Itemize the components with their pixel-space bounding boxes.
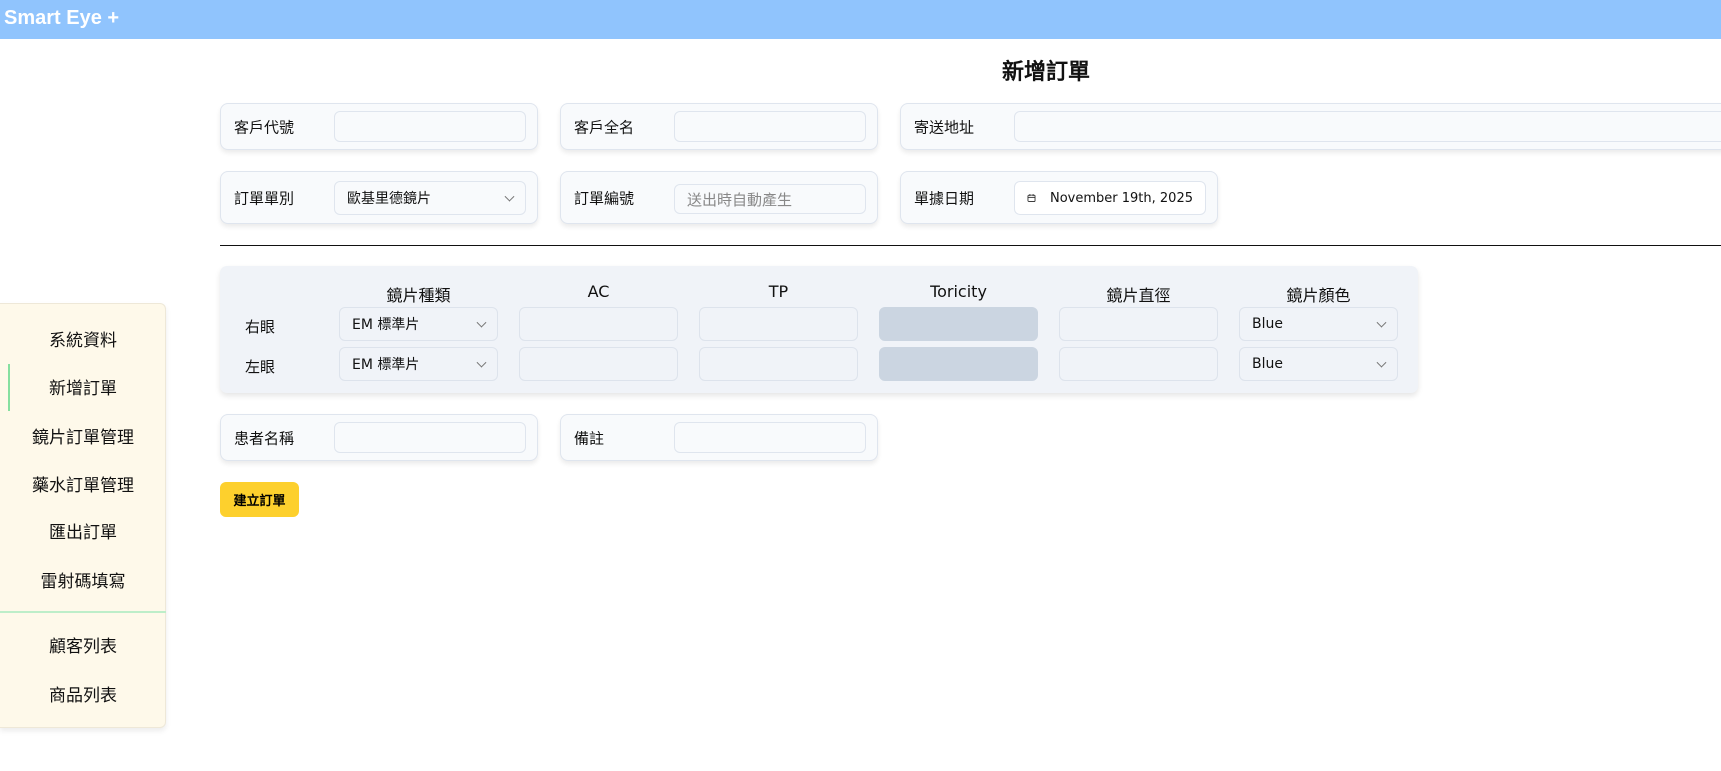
right-color-value: Blue [1252,316,1283,332]
order-type-label: 訂單單別 [234,189,295,207]
col-header-type: 鏡片種類 [386,286,451,305]
left-diameter-input[interactable] [1059,347,1218,381]
customer-name-label: 客戶全名 [574,118,635,136]
page-title: 新增訂單 [1001,60,1090,85]
order-type-select[interactable]: 歐基里德鏡片 [334,181,526,215]
chevron-down-icon [1376,317,1387,328]
doc-date-card: 單據日期 November 19th, 2025 [900,171,1218,224]
divider [220,245,1721,246]
left-color-value: Blue [1252,356,1283,372]
sidebar-item-lens-orders[interactable]: 鏡片訂單管理 [0,423,166,453]
col-header-tp: TP [768,282,789,301]
patient-name-label: 患者名稱 [234,429,295,447]
app-title: Smart Eye + [4,7,120,29]
sidebar-item-laser-code[interactable]: 雷射碼填寫 [0,567,166,597]
right-lens-type-select[interactable]: EM 標準片 [339,307,498,341]
chevron-down-icon [476,357,487,368]
left-lens-type-select[interactable]: EM 標準片 [339,347,498,381]
col-header-color: 鏡片顏色 [1286,286,1351,305]
order-type-value: 歐基里德鏡片 [347,191,431,207]
customer-code-card: 客戶代號 [220,103,538,150]
order-number-card: 訂單編號 送出時自動產生 [560,171,878,224]
order-type-card: 訂單單別 歐基里德鏡片 [220,171,538,224]
note-card: 備註 [560,414,878,461]
col-header-toricity: Toricity [930,282,987,301]
right-diameter-input[interactable] [1059,307,1218,341]
order-number-label: 訂單編號 [574,189,635,207]
doc-date-label: 單據日期 [914,189,975,207]
create-order-button[interactable]: 建立訂單 [220,482,299,517]
customer-name-input[interactable] [674,111,866,142]
customer-name-card: 客戶全名 [560,103,878,150]
lens-panel: 鏡片種類 AC TP Toricity 鏡片直徑 鏡片顏色 右眼 EM 標準片 … [220,266,1418,393]
address-card: 寄送地址 [900,103,1721,150]
customer-code-label: 客戶代號 [234,118,295,136]
sidebar-item-solution-orders[interactable]: 藥水訂單管理 [0,471,166,501]
right-eye-label: 右眼 [245,318,276,336]
calendar-icon [1027,194,1036,202]
chevron-down-icon [1376,357,1387,368]
left-ac-input[interactable] [519,347,678,381]
left-toricity-input [879,347,1038,381]
left-color-select[interactable]: Blue [1239,347,1398,381]
address-input[interactable] [1014,111,1721,142]
left-lens-type-value: EM 標準片 [352,357,420,373]
right-color-select[interactable]: Blue [1239,307,1398,341]
sidebar-item-new-order[interactable]: 新增訂單 [0,374,166,404]
top-bar: Smart Eye + [0,0,1721,39]
col-header-diameter: 鏡片直徑 [1106,286,1171,305]
right-lens-type-value: EM 標準片 [352,317,420,333]
patient-name-card: 患者名稱 [220,414,538,461]
note-label: 備註 [574,429,605,447]
sidebar-divider [0,611,166,613]
col-header-ac: AC [587,282,610,301]
right-tp-input[interactable] [699,307,858,341]
left-eye-label: 左眼 [245,358,276,376]
sidebar: 系統資料 新增訂單 鏡片訂單管理 藥水訂單管理 匯出訂單 雷射碼填寫 顧客列表 … [0,303,166,728]
order-number-input[interactable]: 送出時自動產生 [674,184,866,214]
right-ac-input[interactable] [519,307,678,341]
note-input[interactable] [674,422,866,453]
address-label: 寄送地址 [914,118,975,136]
chevron-down-icon [476,317,487,328]
left-tp-input[interactable] [699,347,858,381]
sidebar-item-system[interactable]: 系統資料 [0,326,166,356]
date-picker-button[interactable]: November 19th, 2025 [1014,181,1206,215]
chevron-down-icon [504,191,515,202]
doc-date-value: November 19th, 2025 [1050,190,1193,206]
customer-code-input[interactable] [334,111,526,142]
right-toricity-input [879,307,1038,341]
patient-name-input[interactable] [334,422,526,453]
sidebar-item-products[interactable]: 商品列表 [0,681,166,711]
sidebar-item-customers[interactable]: 顧客列表 [0,632,166,662]
sidebar-item-export[interactable]: 匯出訂單 [0,518,166,548]
